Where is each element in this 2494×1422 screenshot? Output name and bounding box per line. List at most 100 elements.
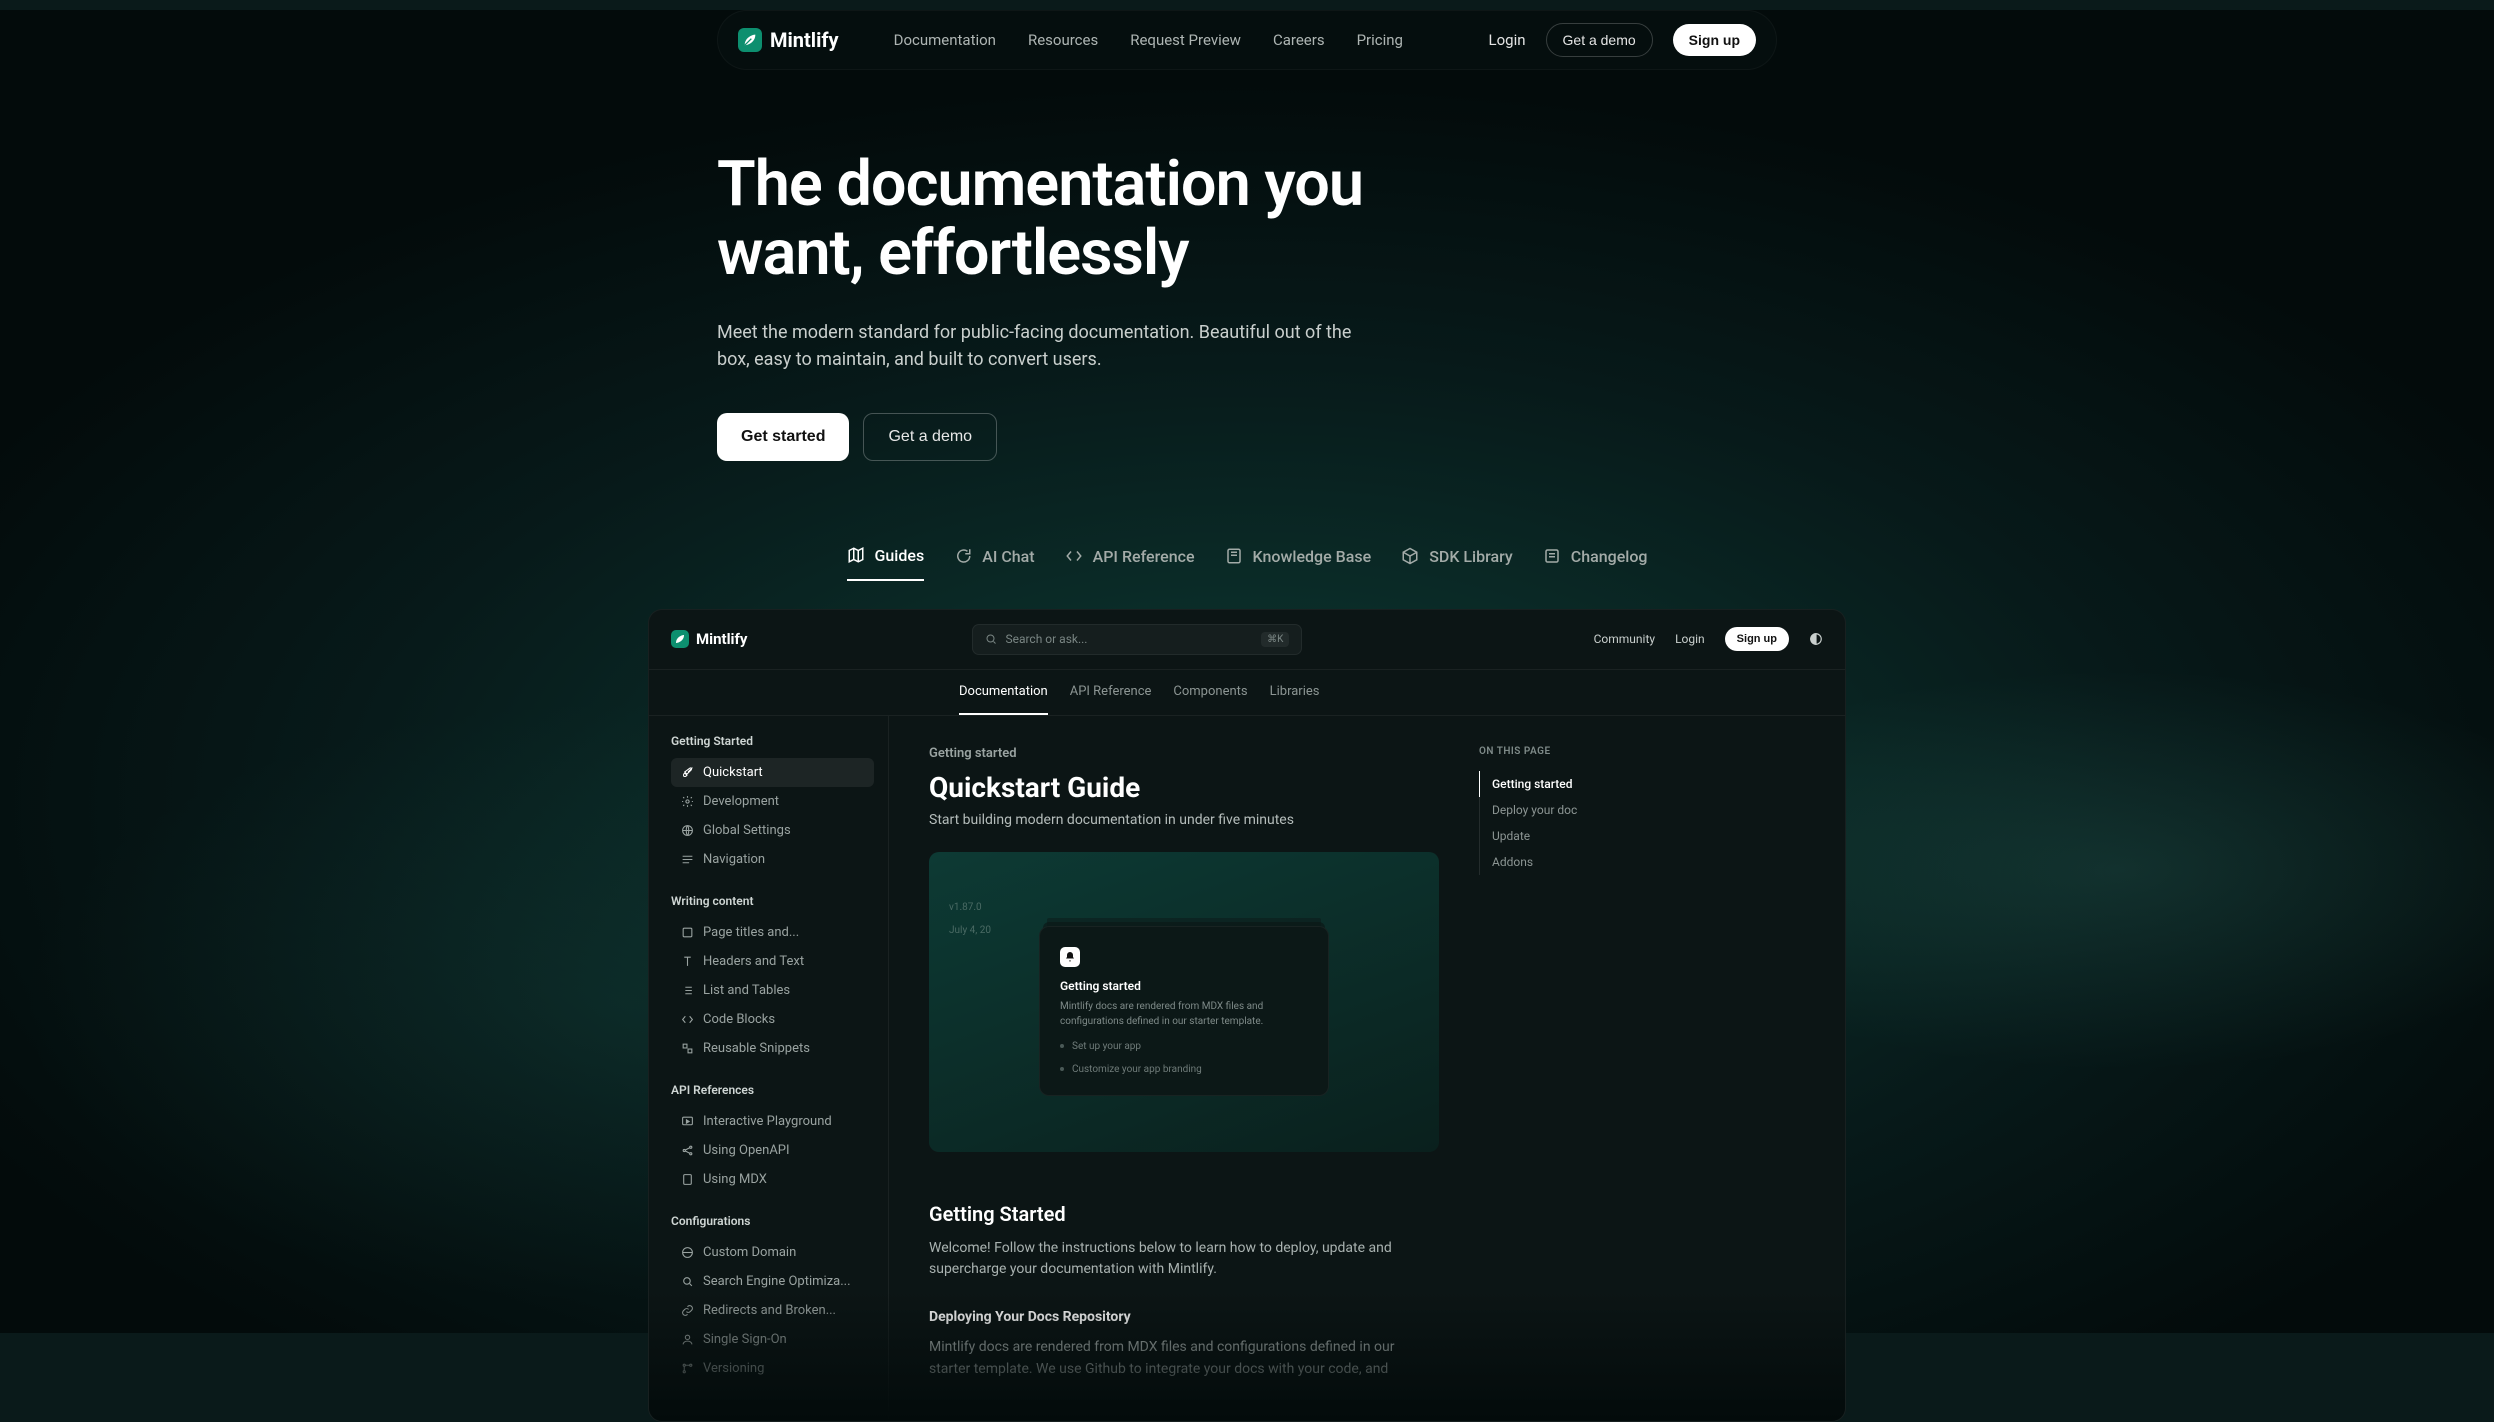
tab-knowledge-base[interactable]: Knowledge Base — [1225, 546, 1372, 581]
hero-demo-button[interactable]: Get a demo — [863, 413, 997, 461]
leaf-icon — [671, 630, 689, 648]
preview-community-link[interactable]: Community — [1594, 632, 1655, 646]
card-title: Getting started — [1060, 979, 1308, 993]
toc-item-deploy[interactable]: Deploy your doc — [1479, 797, 1649, 823]
chat-icon — [954, 547, 972, 565]
sidebar-item-headers-text[interactable]: Headers and Text — [671, 947, 874, 976]
list-icon — [1543, 547, 1561, 565]
get-started-button[interactable]: Get started — [717, 413, 849, 461]
sidebar-item-playground[interactable]: Interactive Playground — [671, 1107, 874, 1136]
sidebar-item-list-tables[interactable]: List and Tables — [671, 976, 874, 1005]
preview-sidebar: Getting Started Quickstart Development G… — [649, 716, 889, 1421]
branch-icon — [680, 1361, 694, 1375]
card-desc: Mintlify docs are rendered from MDX file… — [1060, 999, 1308, 1029]
search-icon — [985, 633, 997, 645]
feature-tabs: Guides AI Chat API Reference Knowledge B… — [717, 546, 1777, 581]
toc-item-addons[interactable]: Addons — [1479, 849, 1649, 875]
ptab-components[interactable]: Components — [1173, 670, 1247, 715]
code-icon — [1065, 547, 1083, 565]
sidebar-item-seo[interactable]: Search Engine Optimiza... — [671, 1267, 874, 1296]
rocket-icon — [680, 765, 694, 779]
text-icon — [680, 954, 694, 968]
tab-changelog[interactable]: Changelog — [1543, 546, 1648, 581]
search-input[interactable]: Search or ask... ⌘K — [972, 624, 1302, 655]
leaf-icon — [738, 28, 762, 52]
heading-icon — [680, 925, 694, 939]
inner-notification-card: Getting started Mintlify docs are render… — [1039, 926, 1329, 1096]
sidebar-item-global-settings[interactable]: Global Settings — [671, 816, 874, 845]
toc-label: On this page — [1479, 746, 1649, 757]
side-heading-getting-started: Getting Started — [671, 734, 874, 748]
sidebar-item-code-blocks[interactable]: Code Blocks — [671, 1005, 874, 1034]
signup-button[interactable]: Sign up — [1673, 24, 1756, 56]
search-shortcut: ⌘K — [1261, 632, 1289, 647]
link-icon — [680, 1303, 694, 1317]
nav-request-preview[interactable]: Request Preview — [1130, 31, 1241, 49]
sidebar-item-sso[interactable]: Single Sign-On — [671, 1325, 874, 1354]
file-icon — [680, 1172, 694, 1186]
brand-name: Mintlify — [770, 28, 839, 52]
snippet-icon — [680, 1041, 694, 1055]
page-lead: Start building modern documentation in u… — [929, 812, 1439, 828]
sidebar-item-navigation[interactable]: Navigation — [671, 845, 874, 874]
search-placeholder: Search or ask... — [1005, 632, 1087, 646]
get-demo-button[interactable]: Get a demo — [1546, 23, 1653, 57]
sidebar-item-openapi[interactable]: Using OpenAPI — [671, 1136, 874, 1165]
nav-pricing[interactable]: Pricing — [1357, 31, 1403, 49]
package-icon — [1401, 547, 1419, 565]
sidebar-item-versioning[interactable]: Versioning — [671, 1354, 874, 1383]
preview-topbar: Mintlify Search or ask... ⌘K Community L… — [649, 610, 1845, 670]
subsection-paragraph: Mintlify docs are rendered from MDX file… — [929, 1337, 1439, 1380]
sidebar-item-page-titles[interactable]: Page titles and... — [671, 918, 874, 947]
preview-logo[interactable]: Mintlify — [671, 630, 747, 648]
ptab-api-reference[interactable]: API Reference — [1070, 670, 1152, 715]
card-version: v1.87.0 — [949, 902, 991, 913]
page-title: Quickstart Guide — [929, 771, 1439, 804]
globe-icon — [680, 1245, 694, 1259]
sidebar-item-quickstart[interactable]: Quickstart — [671, 758, 874, 787]
preview-tabs: Documentation API Reference Components L… — [649, 670, 1845, 716]
nav-login[interactable]: Login — [1489, 31, 1526, 49]
sidebar-item-mdx[interactable]: Using MDX — [671, 1165, 874, 1194]
table-of-contents: On this page Getting started Deploy your… — [1479, 746, 1649, 1391]
brand-logo[interactable]: Mintlify — [738, 28, 839, 52]
toc-item-update[interactable]: Update — [1479, 823, 1649, 849]
sidebar-item-reusable-snippets[interactable]: Reusable Snippets — [671, 1034, 874, 1063]
globe-icon — [680, 823, 694, 837]
preview-login-link[interactable]: Login — [1675, 632, 1705, 646]
toc-item-getting-started[interactable]: Getting started — [1479, 771, 1649, 797]
tab-api-reference[interactable]: API Reference — [1065, 546, 1195, 581]
map-icon — [847, 546, 865, 564]
top-nav: Mintlify Documentation Resources Request… — [717, 10, 1777, 70]
section-paragraph: Welcome! Follow the instructions below t… — [929, 1238, 1439, 1281]
ptab-documentation[interactable]: Documentation — [959, 670, 1048, 715]
quickstart-hero-card: v1.87.0 July 4, 20 Getting started Mintl… — [929, 852, 1439, 1152]
sidebar-item-custom-domain[interactable]: Custom Domain — [671, 1238, 874, 1267]
hero-subtitle: Meet the modern standard for public-faci… — [717, 319, 1357, 373]
card-step-2: Customize your app branding — [1060, 1064, 1308, 1075]
sidebar-item-redirects[interactable]: Redirects and Broken... — [671, 1296, 874, 1325]
share-icon — [680, 1143, 694, 1157]
code-icon — [680, 1012, 694, 1026]
book-icon — [1225, 547, 1243, 565]
docs-preview-window: Mintlify Search or ask... ⌘K Community L… — [648, 609, 1846, 1422]
nav-links: Documentation Resources Request Preview … — [894, 31, 1403, 49]
preview-signup-button[interactable]: Sign up — [1725, 627, 1789, 651]
breadcrumb: Getting started — [929, 746, 1439, 761]
side-heading-api: API References — [671, 1083, 874, 1097]
section-heading: Getting Started — [929, 1202, 1439, 1226]
list-icon — [680, 983, 694, 997]
play-icon — [680, 1114, 694, 1128]
compass-icon — [680, 852, 694, 866]
nav-careers[interactable]: Careers — [1273, 31, 1325, 49]
tab-sdk-library[interactable]: SDK Library — [1401, 546, 1513, 581]
nav-documentation[interactable]: Documentation — [894, 31, 996, 49]
side-heading-writing: Writing content — [671, 894, 874, 908]
nav-resources[interactable]: Resources — [1028, 31, 1098, 49]
ptab-libraries[interactable]: Libraries — [1270, 670, 1320, 715]
sidebar-item-development[interactable]: Development — [671, 787, 874, 816]
tab-guides[interactable]: Guides — [847, 546, 925, 581]
theme-toggle-icon[interactable] — [1809, 632, 1823, 646]
gear-icon — [680, 794, 694, 808]
tab-ai-chat[interactable]: AI Chat — [954, 546, 1034, 581]
